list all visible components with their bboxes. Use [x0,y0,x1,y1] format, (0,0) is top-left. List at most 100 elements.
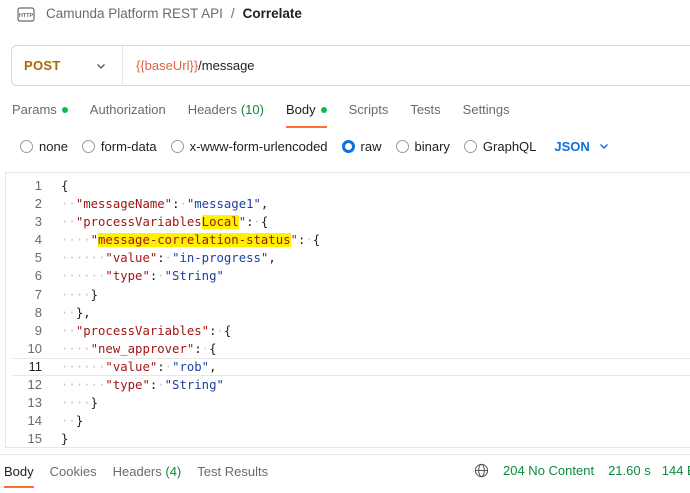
tab-params[interactable]: Params [12,102,68,126]
url-variable: {{baseUrl}} [136,58,199,73]
key-part: "processVariables [75,215,202,230]
tab-settings[interactable]: Settings [463,102,510,126]
code-line: ······"type":·"String" [61,269,224,284]
url-bar: POST {{baseUrl}}/message [11,45,690,86]
tab-tests[interactable]: Tests [410,102,440,126]
tab-label: Authorization [89,102,166,117]
format-select[interactable]: JSON [554,139,608,154]
line-number: 8 [34,304,42,320]
key-part: " [290,233,298,248]
chevron-down-icon [599,144,608,149]
code-line: ··"processVariablesLocal":·{ [61,215,269,230]
tab-label: Settings [462,102,510,117]
code-line: ······"value":·"in-progress", [61,251,276,266]
code-line: { [61,179,69,193]
line-number: 14 [27,413,42,429]
json-key: "type" [105,378,150,393]
key-part: " [90,233,99,248]
code-line: ····"new_approver":·{ [61,341,217,356]
json-key: "new_approver" [90,341,195,356]
option-none[interactable]: none [20,139,68,154]
option-graphql[interactable]: GraphQL [463,138,537,154]
method-label: POST [24,58,61,73]
response-size[interactable]: 144 B [662,463,690,478]
line-number: 9 [34,322,42,338]
highlighted-text: Local [201,215,239,230]
status-dot [320,107,327,113]
format-label: JSON [554,138,590,154]
tab-label: Scripts [348,102,389,117]
json-key: "messageName" [75,197,173,212]
radio-button[interactable] [81,139,95,153]
response-time[interactable]: 21.60 s [608,463,651,478]
option-label: none [39,138,68,154]
line-number: 10 [27,340,42,356]
tab-label: Headers [112,464,162,479]
tab-authorization[interactable]: Authorization [90,102,166,126]
option-label: raw [360,138,382,154]
key-part: " [238,215,247,230]
code-line: } [61,432,69,447]
code-line: ··"messageName":·"message1", [61,197,269,212]
json-string: "String" [164,378,224,393]
response-bar: Body Cookies Headers (4) Test Results 20… [0,454,690,488]
line-number: 3 [34,214,42,230]
line-number: 1 [34,178,42,193]
code-line: ··}, [61,305,91,320]
request-tabs: Params Authorization Headers (10) Body Sc… [12,102,532,128]
tab-headers[interactable]: Headers (10) [188,102,264,126]
chevron-down-icon [97,64,105,69]
json-string: "String" [164,269,224,284]
line-gutter: 1 2 3 4 5 6 7 8 9 10 11 12 13 14 15 [6,177,44,448]
option-binary[interactable]: binary [395,138,450,154]
line-number: 4 [34,232,42,248]
svg-text:HTTP: HTTP [19,13,34,19]
line-number: 15 [27,431,42,447]
tab-count: (4) [165,464,182,479]
breadcrumb-separator: / [230,6,235,21]
line-number: 2 [34,196,42,212]
code-line: ····} [61,287,99,302]
response-tab-headers[interactable]: Headers (4) [113,464,182,486]
option-label: binary [414,138,450,154]
radio-button[interactable] [395,139,409,153]
json-string: "message1" [186,197,261,212]
status-code[interactable]: 204 No Content [503,463,594,478]
response-status: 204 No Content 21.60 s 144 B [474,463,690,478]
globe-icon[interactable] [474,463,489,478]
code-line: ··"processVariables":·{ [61,323,232,338]
option-label: form-data [100,138,157,154]
line-number: 13 [27,395,42,411]
tab-scripts[interactable]: Scripts [349,102,389,126]
option-urlencoded[interactable]: x-www-form-urlencoded [170,139,328,154]
radio-button[interactable] [463,139,477,153]
radio-button[interactable] [20,139,33,153]
tab-body[interactable]: Body [285,102,327,128]
tab-count: (10) [240,102,264,117]
option-form-data[interactable]: form-data [81,138,157,154]
body-type-options: none form-data x-www-form-urlencoded raw… [20,138,609,154]
http-icon: HTTP [17,7,35,22]
request-header: HTTP Camunda Platform REST API / Correla… [0,0,690,34]
breadcrumb: Camunda Platform REST API / Correlate [46,6,302,21]
breadcrumb-collection[interactable]: Camunda Platform REST API [46,6,223,21]
option-raw[interactable]: raw [341,138,382,154]
line-number: 12 [27,377,42,393]
tab-label: Tests [410,102,441,117]
status-dot [61,107,68,113]
radio-button-selected[interactable] [341,139,355,153]
url-input[interactable]: {{baseUrl}}/message [123,58,255,73]
json-string: "rob" [172,359,210,374]
tab-label: Body [285,102,316,117]
request-name[interactable]: Correlate [243,6,302,21]
url-path: /message [198,58,255,73]
radio-button[interactable] [170,139,184,153]
code-editor[interactable]: 1 2 3 4 5 6 7 8 9 10 11 12 13 14 15 { ··… [5,172,690,448]
line-number: 7 [34,286,42,302]
method-select[interactable]: POST [12,46,123,85]
response-tab-body[interactable]: Body [4,464,34,488]
response-tab-test-results[interactable]: Test Results [197,464,268,486]
response-tab-cookies[interactable]: Cookies [50,464,97,486]
json-key: "value" [105,251,158,266]
option-label: GraphQL [482,138,537,154]
